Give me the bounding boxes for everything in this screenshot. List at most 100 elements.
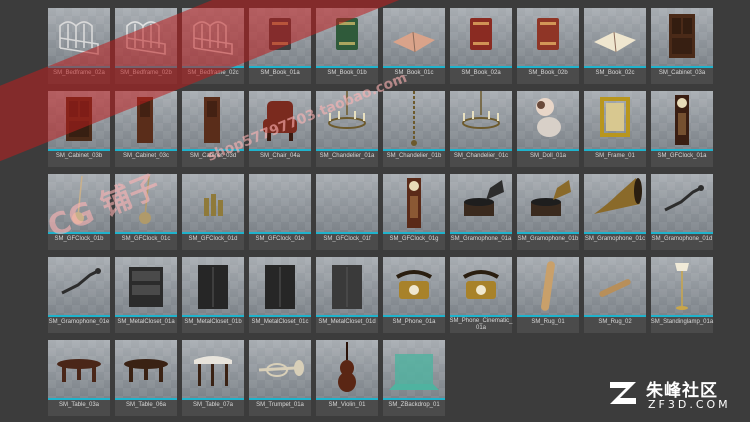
asset-thumbnail[interactable] xyxy=(383,257,445,315)
brand-name-en: ZF3D.COM xyxy=(648,398,731,411)
asset-tile[interactable]: SM_Table_06a xyxy=(115,340,177,416)
asset-tile[interactable]: SM_GFClock_01e xyxy=(249,174,311,250)
asset-thumbnail[interactable] xyxy=(249,340,311,398)
open-book-icon xyxy=(584,8,646,66)
asset-tile[interactable]: SM_Rug_01 xyxy=(517,257,579,333)
asset-thumbnail[interactable] xyxy=(115,257,177,315)
asset-thumbnail[interactable] xyxy=(651,257,713,315)
asset-thumbnail[interactable] xyxy=(316,340,378,398)
asset-tile[interactable]: SM_GFClock_01g xyxy=(383,174,445,250)
asset-thumbnail[interactable] xyxy=(584,174,646,232)
asset-tile[interactable]: SM_Table_07a xyxy=(182,340,244,416)
asset-tile[interactable]: SM_MetalCloset_01d xyxy=(316,257,378,333)
asset-type-bar xyxy=(316,66,378,68)
asset-thumbnail[interactable] xyxy=(584,257,646,315)
weights-icon xyxy=(182,174,244,232)
asset-type-bar xyxy=(316,149,378,151)
asset-tile[interactable]: SM_Gramophone_01c xyxy=(584,174,646,250)
asset-type-bar xyxy=(651,232,713,234)
asset-type-bar xyxy=(115,398,177,400)
asset-thumbnail[interactable] xyxy=(584,91,646,149)
asset-thumbnail[interactable] xyxy=(450,8,512,66)
open-book-icon xyxy=(383,8,445,66)
gramophone-icon xyxy=(517,174,579,232)
asset-type-bar xyxy=(383,315,445,317)
asset-label: SM_Violin_01 xyxy=(328,402,366,408)
asset-thumbnail[interactable] xyxy=(182,340,244,398)
asset-thumbnail[interactable] xyxy=(182,257,244,315)
asset-tile[interactable]: SM_Book_02b xyxy=(517,8,579,84)
asset-thumbnail[interactable] xyxy=(48,257,110,315)
asset-tile[interactable]: SM_Chandelier_01b xyxy=(383,91,445,167)
asset-type-bar xyxy=(450,149,512,151)
asset-tile[interactable]: SM_Gramophone_01e xyxy=(48,257,110,333)
asset-thumbnail[interactable] xyxy=(249,257,311,315)
chain-icon xyxy=(383,91,445,149)
asset-label: SM_Phone_Cinematic_ 01a xyxy=(449,318,513,331)
asset-tile[interactable]: SM_Phone_01a xyxy=(383,257,445,333)
asset-thumbnail[interactable] xyxy=(517,174,579,232)
asset-thumbnail[interactable] xyxy=(517,8,579,66)
asset-label: SM_Rug_01 xyxy=(531,319,565,325)
asset-type-bar xyxy=(316,232,378,234)
asset-tile[interactable]: SM_MetalCloset_01a xyxy=(115,257,177,333)
asset-thumbnail[interactable] xyxy=(584,8,646,66)
asset-tile[interactable]: SM_Doll_01a xyxy=(517,91,579,167)
rug-icon xyxy=(517,257,579,315)
asset-tile[interactable]: SM_Gramophone_01a xyxy=(450,174,512,250)
asset-tile[interactable]: SM_Violin_01 xyxy=(316,340,378,416)
asset-tile[interactable]: SM_GFClock_01d xyxy=(182,174,244,250)
asset-type-bar xyxy=(383,66,445,68)
asset-thumbnail[interactable] xyxy=(383,91,445,149)
asset-type-bar xyxy=(182,315,244,317)
asset-thumbnail[interactable] xyxy=(316,174,378,232)
asset-tile[interactable]: SM_MetalCloset_01b xyxy=(182,257,244,333)
asset-thumbnail[interactable] xyxy=(383,174,445,232)
asset-label: SM_GFClock_01e xyxy=(255,236,305,242)
asset-tile[interactable]: SM_Book_01c xyxy=(383,8,445,84)
asset-thumbnail[interactable] xyxy=(651,8,713,66)
asset-type-bar xyxy=(316,315,378,317)
asset-thumbnail[interactable] xyxy=(517,91,579,149)
asset-thumbnail[interactable] xyxy=(249,174,311,232)
asset-type-bar xyxy=(115,232,177,234)
asset-thumbnail[interactable] xyxy=(182,174,244,232)
asset-label: SM_Gramophone_01b xyxy=(517,236,579,242)
asset-tile[interactable]: SM_Gramophone_01d xyxy=(651,174,713,250)
chandelier-icon xyxy=(450,91,512,149)
asset-tile[interactable]: SM_Phone_Cinematic_ 01a xyxy=(449,257,513,333)
asset-type-bar xyxy=(517,66,579,68)
asset-tile[interactable]: SM_Book_02a xyxy=(450,8,512,84)
lamp-icon xyxy=(651,257,713,315)
asset-tile[interactable]: SM_Trumpet_01a xyxy=(249,340,311,416)
asset-thumbnail[interactable] xyxy=(517,257,579,315)
asset-tile[interactable]: SM_Frame_01 xyxy=(584,91,646,167)
asset-tile[interactable]: SM_Rug_02 xyxy=(584,257,646,333)
asset-tile[interactable]: SM_GFClock_01f xyxy=(316,174,378,250)
closet-icon xyxy=(316,257,378,315)
asset-type-bar xyxy=(651,315,713,317)
asset-thumbnail[interactable] xyxy=(651,91,713,149)
asset-tile[interactable]: SM_GFClock_01a xyxy=(651,91,713,167)
asset-tile[interactable]: SM_MetalCloset_01c xyxy=(249,257,311,333)
asset-label: SM_Book_02c xyxy=(595,70,635,76)
asset-thumbnail[interactable] xyxy=(450,257,512,315)
asset-tile[interactable]: SM_Gramophone_01b xyxy=(517,174,579,250)
asset-tile[interactable]: SM_ZBackdrop_01 xyxy=(383,340,445,416)
asset-thumbnail[interactable] xyxy=(383,8,445,66)
asset-thumbnail[interactable] xyxy=(48,340,110,398)
asset-label: SM_MetalCloset_01a xyxy=(117,319,175,325)
asset-thumbnail[interactable] xyxy=(316,257,378,315)
asset-thumbnail[interactable] xyxy=(383,340,445,398)
asset-tile[interactable]: SM_Book_02c xyxy=(584,8,646,84)
asset-tile[interactable]: SM_Table_03a xyxy=(48,340,110,416)
asset-tile[interactable]: SM_Standinglamp_01a xyxy=(651,257,713,333)
asset-tile[interactable]: SM_Cabinet_03a xyxy=(651,8,713,84)
asset-type-bar xyxy=(584,232,646,234)
asset-thumbnail[interactable] xyxy=(450,91,512,149)
asset-thumbnail[interactable] xyxy=(450,174,512,232)
asset-tile[interactable]: SM_Chandelier_01c xyxy=(450,91,512,167)
asset-label: SM_GFClock_01c xyxy=(121,236,171,242)
asset-thumbnail[interactable] xyxy=(115,340,177,398)
asset-thumbnail[interactable] xyxy=(651,174,713,232)
